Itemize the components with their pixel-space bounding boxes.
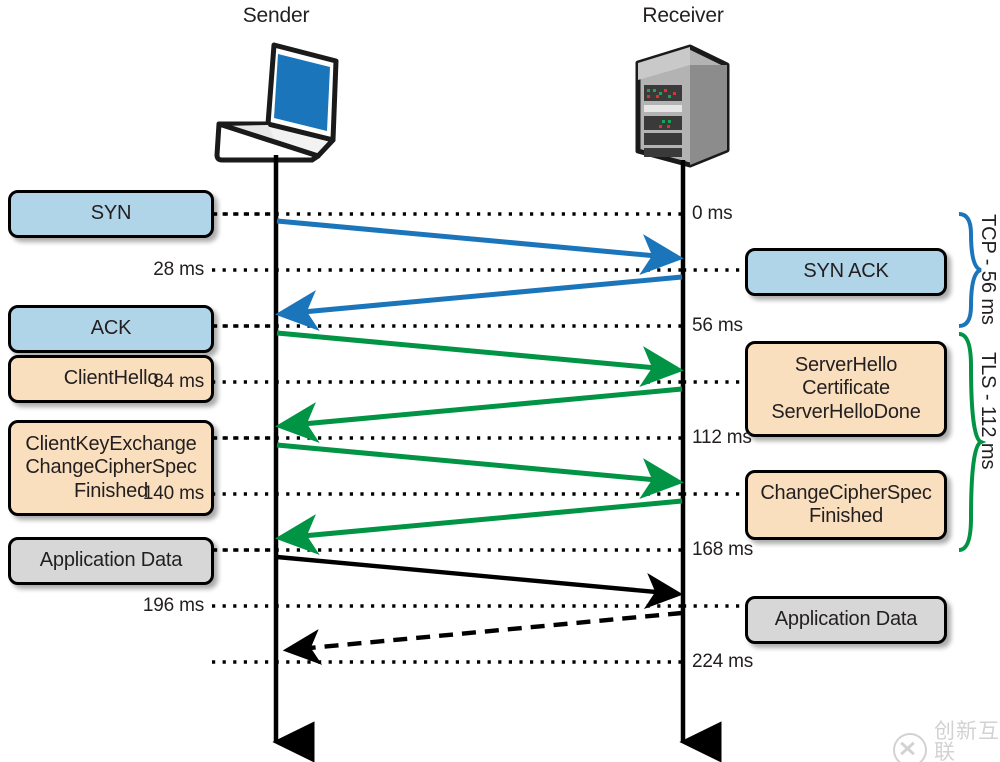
message-box-application-data-right-label: Application Data <box>774 608 918 631</box>
tick-label-196ms: 196 ms <box>142 595 204 616</box>
tick-label-28ms: 28 ms <box>153 259 204 280</box>
tick-label-112ms: 112 ms <box>692 427 752 448</box>
message-box-serverhello-label: ServerHello Certificate ServerHelloDone <box>771 354 921 423</box>
arrow-clientkeyexchange <box>276 442 684 500</box>
tick-label-0ms: 0 ms <box>692 203 733 224</box>
tick-label-84ms: 84 ms <box>153 371 204 392</box>
laptop-icon <box>214 42 339 163</box>
arrow-ack-clienthello <box>276 330 684 388</box>
message-box-application-data-left[interactable]: Application Data <box>8 537 214 585</box>
brace-label-tcp: TCP - 56 ms <box>977 214 999 325</box>
watermark: 创新互联 CHUANG XIN HU LIAN <box>893 721 1000 762</box>
arrow-serverhello <box>275 386 683 444</box>
arrow-application-data-response <box>282 610 683 665</box>
brace-label-tls: TLS - 112 ms <box>977 352 999 470</box>
tick-label-168ms: 168 ms <box>692 539 754 560</box>
message-box-application-data-left-label: Application Data <box>39 549 183 572</box>
watermark-chinese-text: 创新互联 <box>934 719 1000 762</box>
arrow-syn <box>276 218 684 276</box>
tick-label-140ms: 140 ms <box>142 483 204 504</box>
tick-label-56ms: 56 ms <box>692 315 743 336</box>
server-icon <box>635 44 730 168</box>
message-box-changecipherspec-label: ChangeCipherSpec Finished <box>760 481 932 527</box>
arrow-changecipherspec <box>275 498 683 556</box>
message-box-changecipherspec[interactable]: ChangeCipherSpec Finished <box>745 470 947 540</box>
arrow-syn-ack <box>275 274 683 332</box>
arrow-application-data-request <box>276 554 684 609</box>
diagram-canvas: Sender Receiver SYN ACK ClientHello Clie… <box>0 0 1000 762</box>
actor-label-sender: Sender <box>242 4 310 27</box>
actor-label-receiver: Receiver <box>642 4 724 27</box>
message-box-syn[interactable]: SYN <box>8 190 214 238</box>
circled-x-icon <box>893 733 927 762</box>
message-box-syn-ack[interactable]: SYN ACK <box>745 248 947 296</box>
message-box-serverhello[interactable]: ServerHello Certificate ServerHelloDone <box>745 341 947 437</box>
message-box-application-data-right[interactable]: Application Data <box>745 596 947 644</box>
message-box-ack-label: ACK <box>90 317 132 340</box>
message-box-syn-ack-label: SYN ACK <box>803 260 889 283</box>
tick-label-224ms: 224 ms <box>692 651 754 672</box>
message-box-syn-label: SYN <box>90 202 132 225</box>
message-box-ack[interactable]: ACK <box>8 305 214 353</box>
